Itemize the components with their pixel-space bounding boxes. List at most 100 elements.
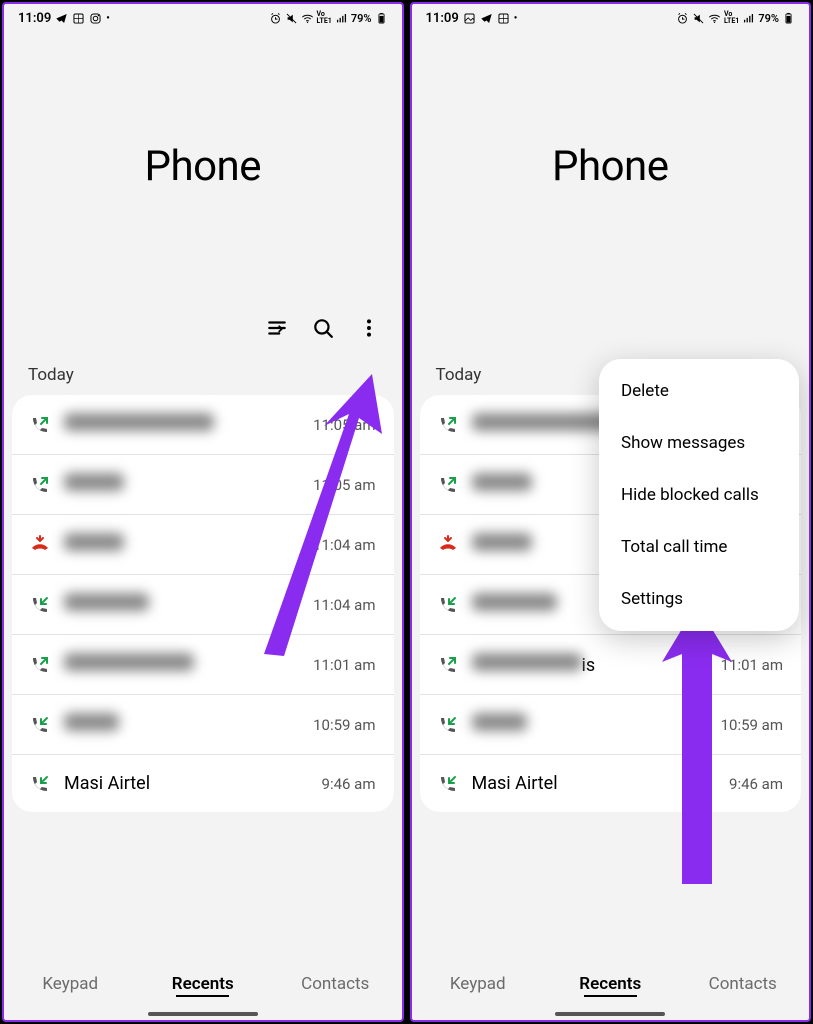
tab-recents[interactable]: Recents — [137, 974, 270, 994]
call-outgoing-icon — [30, 655, 50, 675]
call-incoming-icon — [30, 774, 50, 794]
call-incoming-icon — [30, 715, 50, 735]
call-time: 9:46 am — [729, 775, 783, 793]
call-name — [64, 593, 299, 616]
gallery-icon — [497, 12, 510, 25]
call-time: 11:05 am — [313, 476, 375, 494]
call-incoming-icon — [30, 595, 50, 615]
call-name — [64, 653, 299, 676]
tab-keypad[interactable]: Keypad — [412, 974, 545, 994]
status-more-dot: • — [514, 13, 518, 24]
call-row[interactable]: is 11:01 am — [420, 635, 802, 695]
menu-delete[interactable]: Delete — [599, 365, 799, 417]
call-time: 11:04 am — [313, 536, 375, 554]
call-incoming-icon — [438, 774, 458, 794]
call-missed-icon — [30, 535, 50, 555]
battery-icon — [375, 12, 388, 25]
bottom-tabs: Keypad Recents Contacts — [4, 956, 402, 1020]
call-name — [472, 713, 707, 736]
wifi-icon — [301, 12, 314, 25]
status-bar: 11:09 • VoLTE1 79% — [412, 4, 810, 32]
call-time: 11:04 am — [313, 596, 375, 614]
instagram-icon — [89, 12, 102, 25]
call-incoming-icon — [438, 595, 458, 615]
status-time: 11:09 — [18, 11, 51, 26]
mute-icon — [285, 12, 298, 25]
wifi-icon — [708, 12, 721, 25]
volte-icon: VoLTE1 — [724, 11, 739, 25]
toolbar — [4, 311, 402, 353]
call-row[interactable]: 11:01 am — [12, 635, 394, 695]
call-outgoing-icon — [30, 475, 50, 495]
call-time: 10:59 am — [721, 716, 783, 734]
call-name — [64, 473, 299, 496]
call-row[interactable]: 11:05 am — [12, 395, 394, 455]
call-outgoing-icon — [30, 415, 50, 435]
call-name — [64, 713, 299, 736]
call-row[interactable]: 10:59 am — [420, 695, 802, 755]
signal-icon — [742, 12, 755, 25]
screen: 11:09 • VoLTE1 79% Phone Today — [412, 4, 810, 1020]
call-incoming-icon — [438, 715, 458, 735]
call-row[interactable]: 11:04 am — [12, 575, 394, 635]
call-time: 9:46 am — [322, 775, 376, 793]
overflow-menu: Delete Show messages Hide blocked calls … — [599, 359, 799, 631]
menu-settings[interactable]: Settings — [599, 573, 799, 625]
call-row[interactable]: 11:04 am — [12, 515, 394, 575]
status-right: VoLTE1 79% — [676, 11, 795, 25]
call-time: 11:01 am — [721, 656, 783, 674]
call-name: Masi Airtel — [472, 773, 716, 794]
tab-contacts[interactable]: Contacts — [677, 974, 810, 994]
call-time: 11:01 am — [313, 656, 375, 674]
menu-show-messages[interactable]: Show messages — [599, 417, 799, 469]
tab-recents[interactable]: Recents — [544, 974, 677, 994]
search-icon[interactable] — [312, 317, 334, 339]
nav-handle[interactable] — [148, 1012, 258, 1016]
call-list: 11:05 am 11:05 am 11:04 am 11:04 am 11:0 — [12, 395, 394, 812]
status-left: 11:09 • — [18, 11, 110, 26]
call-row[interactable]: Masi Airtel 9:46 am — [12, 755, 394, 812]
signal-icon — [335, 12, 348, 25]
battery-pct: 79% — [758, 12, 779, 25]
call-time: 11:05 am — [313, 416, 375, 434]
status-left: 11:09 • — [426, 11, 518, 26]
call-name: is — [472, 653, 707, 676]
call-row[interactable]: Masi Airtel 9:46 am — [420, 755, 802, 812]
battery-pct: 79% — [351, 12, 372, 25]
menu-hide-blocked[interactable]: Hide blocked calls — [599, 469, 799, 521]
call-missed-icon — [438, 535, 458, 555]
call-row[interactable]: 11:05 am — [12, 455, 394, 515]
panel-menu: 11:09 • VoLTE1 79% Phone Today — [410, 2, 812, 1022]
call-name — [64, 533, 299, 556]
status-more-dot: • — [106, 13, 110, 24]
filter-icon[interactable] — [266, 317, 288, 339]
call-name: Masi Airtel — [64, 773, 308, 794]
page-title: Phone — [412, 32, 810, 311]
call-name — [64, 413, 299, 436]
mute-icon — [692, 12, 705, 25]
battery-icon — [782, 12, 795, 25]
panel-recents: 11:09 • VoLTE1 79% Phone Today — [2, 2, 404, 1022]
call-time: 10:59 am — [313, 716, 375, 734]
call-outgoing-icon — [438, 475, 458, 495]
more-icon[interactable] — [358, 317, 380, 339]
alarm-icon — [676, 12, 689, 25]
tab-keypad[interactable]: Keypad — [4, 974, 137, 994]
telegram-icon — [480, 12, 493, 25]
screen: 11:09 • VoLTE1 79% Phone Today — [4, 4, 402, 1020]
section-today: Today — [4, 353, 402, 395]
status-bar: 11:09 • VoLTE1 79% — [4, 4, 402, 32]
menu-total-call-time[interactable]: Total call time — [599, 521, 799, 573]
volte-icon: VoLTE1 — [317, 11, 332, 25]
tab-contacts[interactable]: Contacts — [269, 974, 402, 994]
image-icon — [463, 12, 476, 25]
call-outgoing-icon — [438, 655, 458, 675]
status-right: VoLTE1 79% — [269, 11, 388, 25]
gallery-icon — [72, 12, 85, 25]
alarm-icon — [269, 12, 282, 25]
call-row[interactable]: 10:59 am — [12, 695, 394, 755]
call-outgoing-icon — [438, 415, 458, 435]
telegram-icon — [55, 12, 68, 25]
bottom-tabs: Keypad Recents Contacts — [412, 956, 810, 1020]
nav-handle[interactable] — [555, 1012, 665, 1016]
